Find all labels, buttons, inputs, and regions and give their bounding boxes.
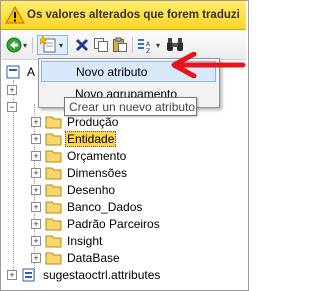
tree-item[interactable]: + Insight [31,232,104,249]
tree-item-label: Padrão Parceiros [67,216,160,231]
tree-item[interactable]: + Padrão Parceiros [31,215,162,232]
collapse-icon[interactable]: − [7,101,17,112]
tree-item[interactable]: + Entidade [31,130,117,147]
warning-bar: Os valores alterados que forem traduzi [1,1,246,30]
back-button[interactable]: ▾ [6,35,27,55]
folder-icon [45,167,62,179]
tree-node-expanded[interactable]: − [7,98,21,115]
tree-item-label: Banco_Dados [67,199,143,214]
folder-icon [45,201,62,213]
folder-icon [45,218,62,230]
tree-item-label: sugestaoctrl.attributes [43,267,161,282]
attributes-file-icon [22,268,35,281]
folder-icon [45,150,62,162]
sort-button[interactable]: A Z ▾ [137,35,160,55]
chevron-down-icon: ▾ [59,40,64,50]
folder-icon [45,235,62,247]
tree-root[interactable]: A [5,63,37,80]
tree-item-label: Insight [67,233,103,248]
folder-icon [45,116,62,128]
tree-item[interactable]: + Banco_Dados [31,198,144,215]
warning-text: Os valores alterados que forem traduzi [27,9,240,21]
expand-icon[interactable]: + [31,201,41,212]
tooltip: Crear un nuevo atributo [64,97,197,116]
tree-item-bottom[interactable]: + sugestaoctrl.attributes [7,266,162,283]
delete-x-icon [75,38,89,52]
toolbar-separator [132,37,133,53]
folder-icon [45,184,62,196]
expand-icon[interactable]: + [31,167,41,178]
new-item-icon [40,36,56,53]
expand-icon[interactable]: + [31,218,41,229]
folder-icon [45,133,62,145]
new-button[interactable]: ▾ [37,35,68,55]
sort-az-icon: A Z [138,39,151,54]
expand-icon[interactable]: + [31,150,41,161]
project-icon [6,65,20,78]
warning-triangle-icon [5,5,25,24]
copy-icon [94,38,108,52]
expand-icon[interactable]: + [31,133,41,144]
tree-item[interactable]: + Dimensões [31,164,129,181]
tree-item[interactable]: + DataBase [31,249,122,266]
tree-item[interactable]: + Orçamento [31,147,128,164]
paste-icon [113,37,127,52]
tree-item-label: Entidade [65,130,117,147]
tree-item-label: Orçamento [67,148,127,163]
green-circle-arrow-icon [6,37,22,53]
expand-icon[interactable]: + [31,116,41,127]
delete-button[interactable] [74,35,90,55]
tree-root-label: A [27,64,36,79]
copy-button[interactable] [93,35,109,55]
expand-icon[interactable]: + [31,184,41,195]
toolbar-separator [32,37,33,53]
chevron-down-icon: ▾ [23,40,28,50]
paste-button[interactable] [112,35,128,55]
tree-node-collapsed[interactable]: + [7,81,21,98]
red-arrow-icon [171,52,246,78]
binoculars-icon [167,38,183,51]
svg-text:Z: Z [146,48,150,54]
tree-item[interactable]: + Desenho [31,181,117,198]
tree-item-label: DataBase [67,250,120,265]
expand-icon[interactable]: + [7,84,17,95]
svg-text:A: A [146,41,151,48]
expand-icon[interactable]: + [31,252,41,263]
tree-item-label: Desenho [67,182,116,197]
folder-icon [45,252,62,264]
expand-icon[interactable]: + [31,235,41,246]
tree-item-label: Dimensões [67,165,128,180]
expand-icon[interactable]: + [7,269,17,280]
chevron-down-icon: ▾ [156,40,161,50]
